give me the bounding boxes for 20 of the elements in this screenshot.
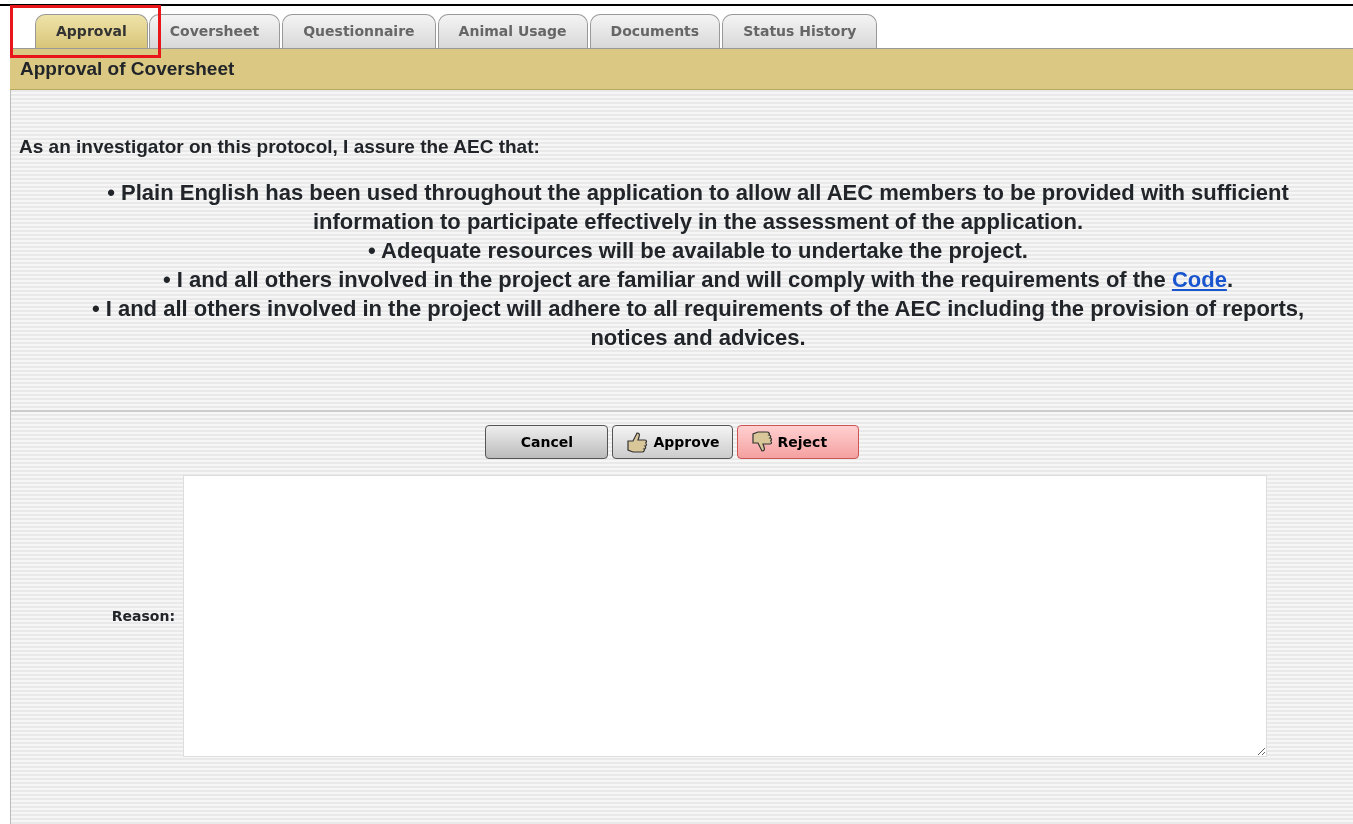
assurance-item: • Adequate resources will be available to undertake the project. <box>367 237 1029 265</box>
section-title: Approval of Coversheet <box>10 48 1353 90</box>
tab[interactable]: Coversheet <box>148 14 281 48</box>
tab[interactable]: Documents <box>589 14 721 48</box>
approve-button[interactable]: Approve <box>612 425 733 459</box>
reason-field[interactable] <box>183 475 1267 757</box>
tab[interactable]: Approval <box>35 14 148 48</box>
tab[interactable]: Status History <box>722 14 878 48</box>
reason-label: Reason: <box>110 608 176 624</box>
intro-text: As an investigator on this protocol, I assure the AEC that: <box>19 136 541 158</box>
reject-button[interactable]: Reject <box>736 425 859 459</box>
code-link[interactable]: Code <box>1171 267 1227 292</box>
tab[interactable]: Questionnaire <box>282 14 436 48</box>
thumbs-down-icon <box>749 431 774 453</box>
assurance-item: • I and all others involved in the project will adhere to all requirements of the AEC including the provision of reports, notices and advices. <box>90 295 1306 352</box>
assurance-item: • I and all others involved in the project are familiar and will comply with the requirements of the Code. <box>162 266 1234 294</box>
assurance-item: • Plain English has been used throughout the application to allow all AEC members to be provided with sufficient information to participate effectively in the assessment of the application. <box>106 179 1290 236</box>
thumbs-up-icon <box>625 431 650 453</box>
cancel-button[interactable]: Cancel <box>485 425 609 459</box>
tab[interactable]: Animal Usage <box>437 14 588 48</box>
